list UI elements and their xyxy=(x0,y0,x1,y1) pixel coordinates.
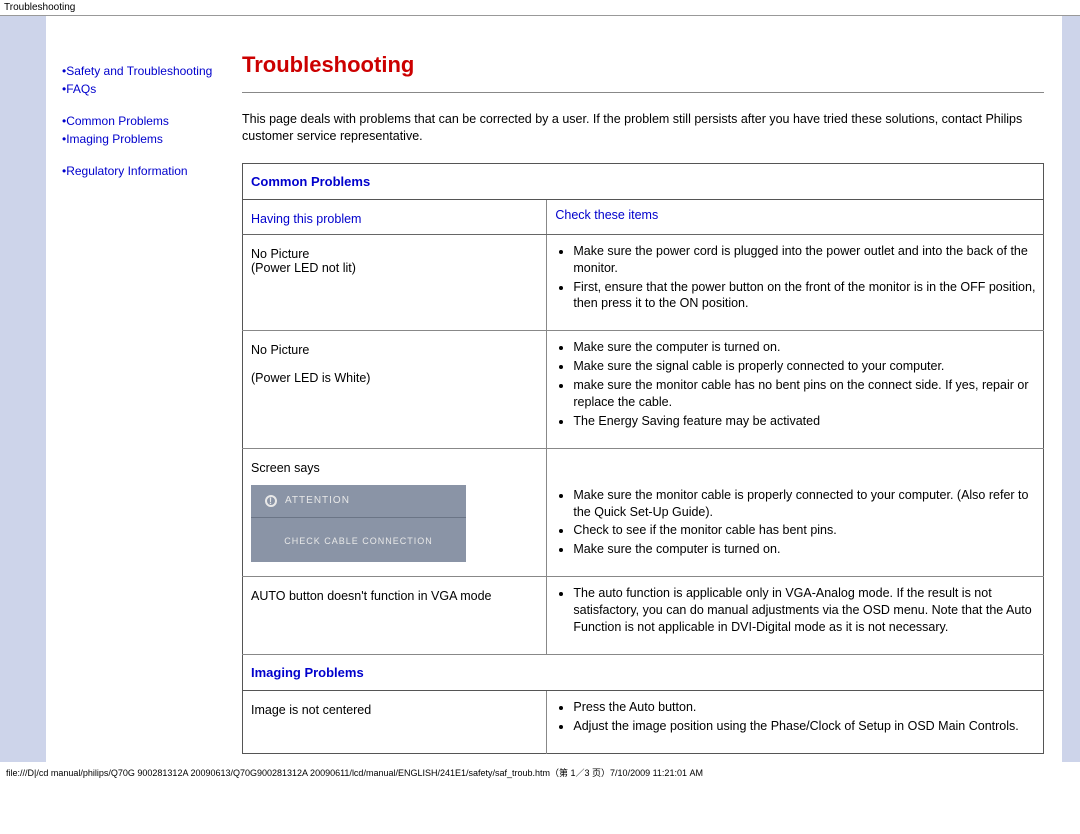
main-content: Troubleshooting This page deals with pro… xyxy=(242,16,1062,762)
check-item: Press the Auto button. xyxy=(573,699,1037,716)
sidebar-nav: •Safety and Troubleshooting •FAQs •Commo… xyxy=(46,16,242,762)
problem-text: No Picture xyxy=(251,343,540,357)
right-decorative-bar xyxy=(1062,16,1080,762)
page: •Safety and Troubleshooting •FAQs •Commo… xyxy=(0,16,1080,762)
check-item: Check to see if the monitor cable has be… xyxy=(573,522,1037,539)
sidebar-link-faqs[interactable]: •FAQs xyxy=(62,82,96,96)
sidebar-link-common-problems[interactable]: •Common Problems xyxy=(62,114,169,128)
intro-text: This page deals with problems that can b… xyxy=(242,111,1044,145)
problem-text: Image is not centered xyxy=(251,703,540,717)
window-title: Troubleshooting xyxy=(0,0,1080,16)
attention-body: CHECK CABLE CONNECTION xyxy=(251,518,466,562)
table-row: No Picture (Power LED is White) Make sur… xyxy=(243,331,1044,448)
check-item: Make sure the computer is turned on. xyxy=(573,541,1037,558)
check-item: First, ensure that the power button on t… xyxy=(573,279,1037,313)
check-item: Make sure the power cord is plugged into… xyxy=(573,243,1037,277)
check-item: Make sure the computer is turned on. xyxy=(573,339,1037,356)
column-headers: Having this problem Check these items xyxy=(243,199,1044,234)
problem-text: No Picture xyxy=(251,247,540,261)
problem-text: (Power LED not lit) xyxy=(251,261,540,275)
table-row: Screen says ! ATTENTION CHECK CABLE CONN… xyxy=(243,448,1044,577)
sidebar-link-imaging-problems[interactable]: •Imaging Problems xyxy=(62,132,163,146)
check-item: Make sure the signal cable is properly c… xyxy=(573,358,1037,375)
sidebar-link-regulatory[interactable]: •Regulatory Information xyxy=(62,164,188,178)
section-common-problems: Common Problems xyxy=(243,163,1044,199)
sidebar-link-safety[interactable]: •Safety and Troubleshooting xyxy=(62,64,212,78)
attention-icon: ! xyxy=(265,495,277,507)
table-row: No Picture (Power LED not lit) Make sure… xyxy=(243,234,1044,331)
left-decorative-bar xyxy=(0,16,46,762)
table-row: Image is not centered Press the Auto but… xyxy=(243,690,1044,753)
check-item: The auto function is applicable only in … xyxy=(573,585,1037,636)
page-title: Troubleshooting xyxy=(242,52,1044,78)
table-row: AUTO button doesn't function in VGA mode… xyxy=(243,577,1044,655)
troubleshooting-table: Common Problems Having this problem Chec… xyxy=(242,163,1044,754)
attention-label: ATTENTION xyxy=(285,495,350,506)
problem-text: (Power LED is White) xyxy=(251,371,540,385)
check-item: The Energy Saving feature may be activat… xyxy=(573,413,1037,430)
attention-box: ! ATTENTION CHECK CABLE CONNECTION xyxy=(251,485,466,562)
footer-file-path: file:///D|/cd manual/philips/Q70G 900281… xyxy=(0,762,1080,783)
section-imaging-problems: Imaging Problems xyxy=(243,654,1044,690)
check-item: make sure the monitor cable has no bent … xyxy=(573,377,1037,411)
problem-text: Screen says xyxy=(251,461,540,475)
check-item: Adjust the image position using the Phas… xyxy=(573,718,1037,735)
title-divider xyxy=(242,92,1044,93)
check-item: Make sure the monitor cable is properly … xyxy=(573,487,1037,521)
problem-text: AUTO button doesn't function in VGA mode xyxy=(251,589,540,603)
